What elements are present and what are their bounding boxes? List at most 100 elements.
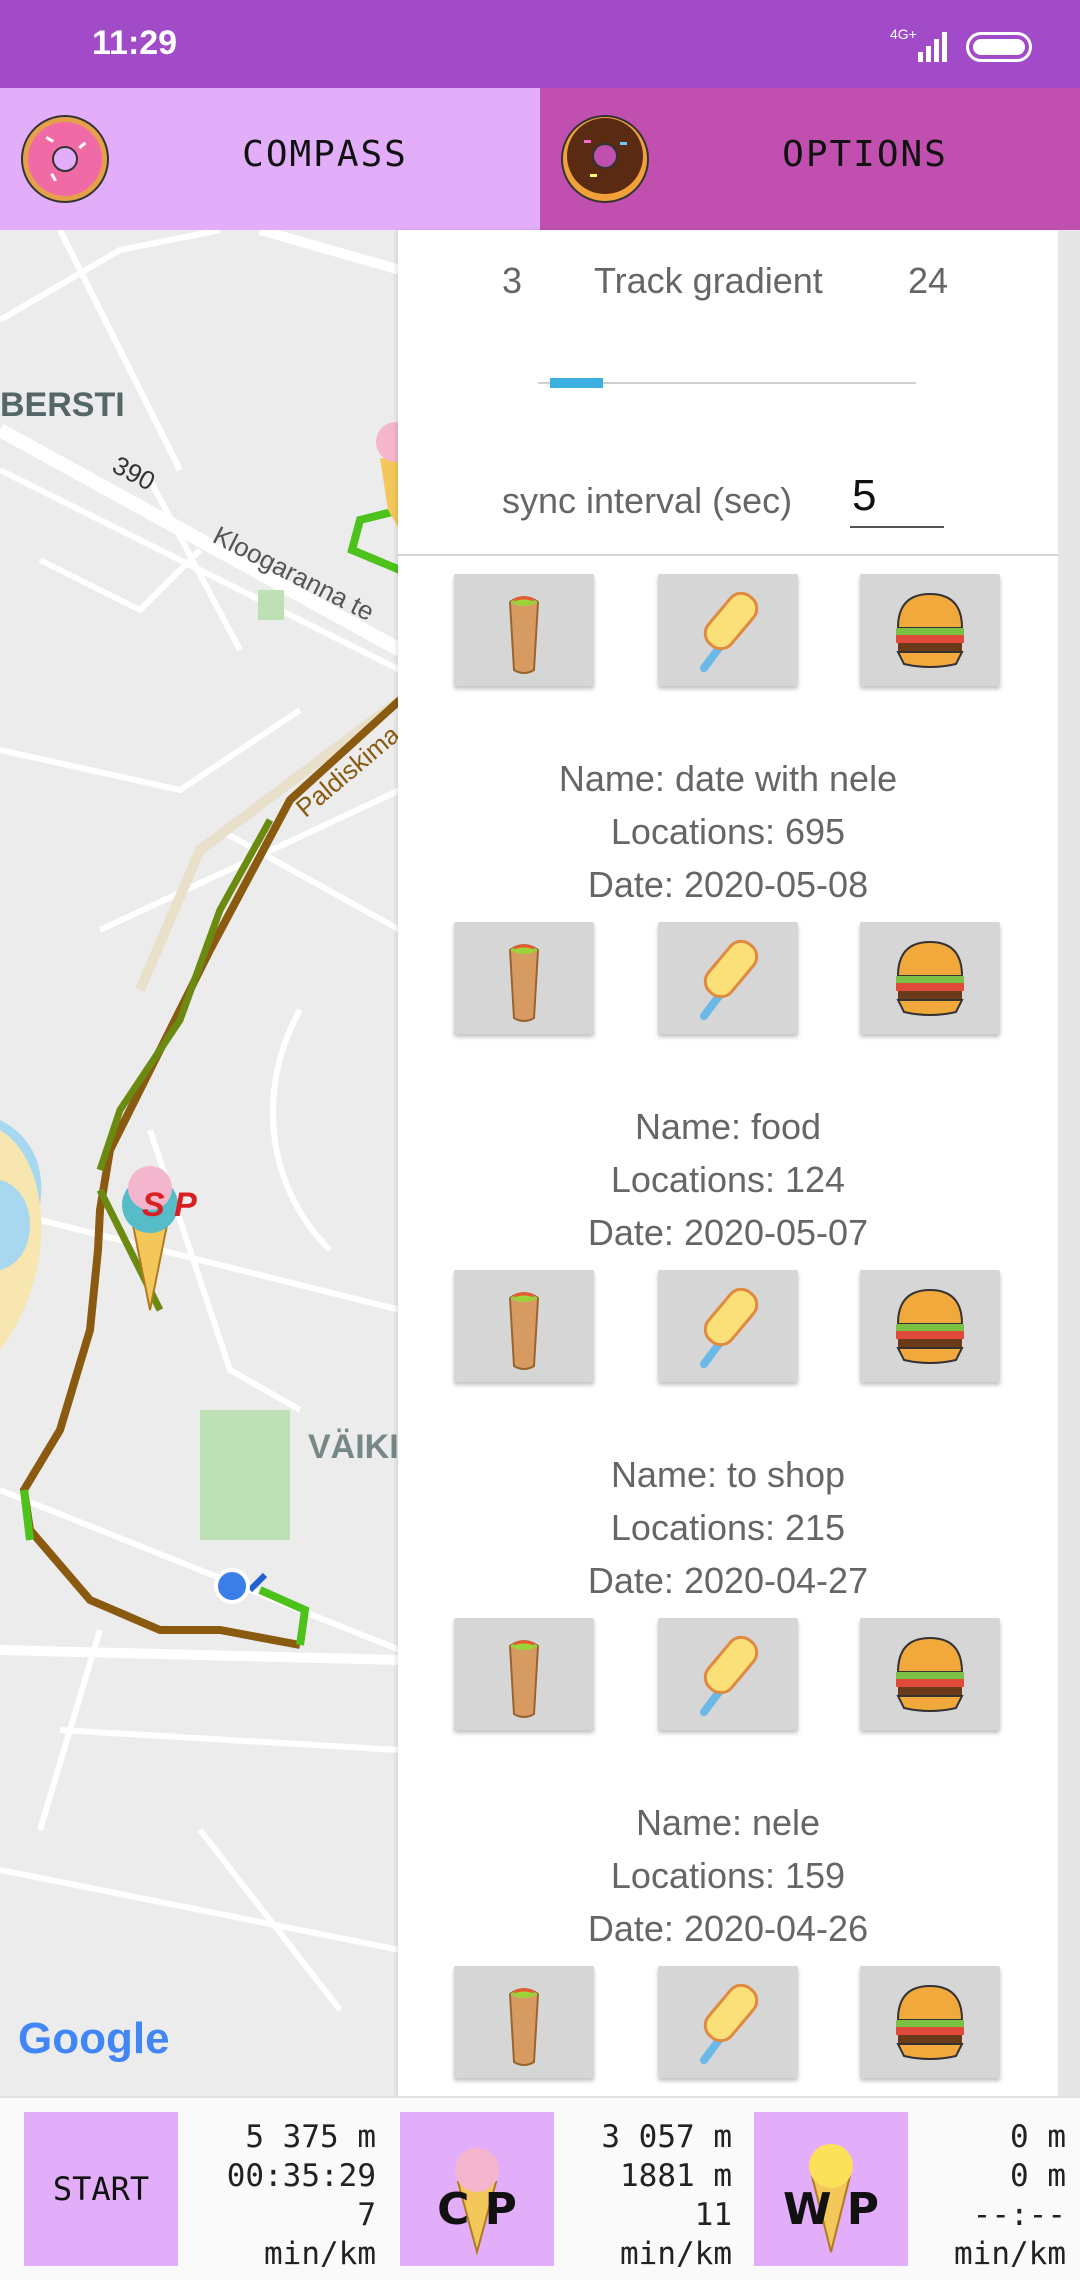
network-type: 4G+ [890, 26, 917, 42]
gradient-slider[interactable] [538, 378, 916, 388]
waypoint-stats: 0 m 0 m --:-- min/km [920, 2118, 1066, 2274]
track-info[interactable]: Name: nele Locations: 159 Date: 2020-04-26 [398, 1796, 1058, 1955]
checkpoint-label: C P [437, 2183, 517, 2235]
burger-button[interactable] [860, 922, 1000, 1034]
track-name: Name: date with nele [558, 758, 898, 799]
popsicle-button[interactable] [658, 1966, 798, 2078]
track-date: Date: 2020-04-27 [587, 1560, 869, 1601]
track-name: Name: food [634, 1106, 822, 1147]
burrito-button[interactable] [454, 1966, 594, 2078]
popsicle-icon [700, 591, 759, 672]
burger-icon [896, 940, 964, 1016]
gradient-max: 24 [908, 260, 949, 301]
track-info[interactable]: Name: food Locations: 124 Date: 2020-05-07 [398, 1100, 1058, 1259]
burger-icon [896, 1636, 964, 1712]
total-pace: 7 [357, 2197, 376, 2233]
popsicle-button[interactable] [658, 1618, 798, 1730]
burrito-button[interactable] [454, 1618, 594, 1730]
popsicle-icon [700, 939, 759, 1020]
burger-icon [896, 1288, 964, 1364]
checkpoint-direct: 1881 m [620, 2158, 732, 2194]
tab-options-label: OPTIONS [782, 134, 948, 175]
map-label-district-bottom: VÄIKI [308, 1428, 399, 1466]
burrito-button[interactable] [454, 1270, 594, 1382]
bottom-bar: START 5 375 m 00:35:29 7 min/km C P 3 05… [0, 2096, 1080, 2280]
track-locations: Locations: 159 [610, 1855, 846, 1896]
sync-interval-label: sync interval (sec) [502, 480, 793, 521]
burger-button[interactable] [860, 1618, 1000, 1730]
tab-options[interactable]: OPTIONS [540, 88, 1080, 230]
track-date: Date: 2020-05-08 [587, 864, 869, 905]
burger-icon [896, 592, 964, 668]
map-marker-text: S P [142, 1186, 197, 1224]
sync-interval-input[interactable] [850, 466, 944, 528]
track-button-row [454, 1966, 1014, 2078]
checkpoint-button[interactable]: C P [400, 2112, 554, 2266]
popsicle-button[interactable] [658, 922, 798, 1034]
track-locations: Locations: 215 [610, 1507, 846, 1548]
sync-interval-row: sync interval (sec) [398, 466, 1058, 534]
track-locations: Locations: 695 [610, 811, 846, 852]
gradient-title: Track gradient [594, 260, 823, 301]
status-bar: 11:29 4G+ [0, 0, 1080, 88]
waypoint-pace-unit: min/km [954, 2236, 1066, 2272]
burrito-icon [508, 1292, 540, 1370]
total-distance: 5 375 m [245, 2119, 376, 2155]
popsicle-icon [700, 1635, 759, 1716]
track-info[interactable]: Name: to shop Locations: 215 Date: 2020-04… [398, 1448, 1058, 1607]
checkpoint-pace: 11 [694, 2197, 732, 2233]
track-name: Name: to shop [610, 1454, 846, 1495]
map-roads [0, 230, 400, 2012]
checkpoint-pace-unit: min/km [620, 2236, 732, 2272]
waypoint-label: W P [782, 2183, 880, 2235]
burger-icon [896, 1984, 964, 2060]
track-date: Date: 2020-05-07 [587, 1212, 869, 1253]
divider [398, 554, 1058, 556]
popsicle-button[interactable] [658, 574, 798, 686]
waypoint-pace: --:-- [972, 2197, 1066, 2233]
burrito-button[interactable] [454, 574, 594, 686]
track-button-row [454, 574, 1014, 686]
waypoint-button[interactable]: W P [754, 2112, 908, 2266]
status-time: 11:29 [92, 24, 178, 62]
total-stats: 5 375 m 00:35:29 7 min/km [186, 2118, 376, 2274]
total-pace-unit: min/km [264, 2236, 376, 2272]
map-right-edge [1058, 230, 1080, 2096]
track-date: Date: 2020-04-26 [587, 1908, 869, 1949]
track-gradient-row: 3 Track gradient 24 [398, 260, 1058, 310]
track-locations: Locations: 124 [610, 1159, 846, 1200]
checkpoint-distance: 3 057 m [601, 2119, 732, 2155]
burger-button[interactable] [860, 1270, 1000, 1382]
tab-compass-label: COMPASS [242, 134, 408, 175]
map-view[interactable]: BERSTI 390 Kloogaranna te Paldiskima VÄI… [0, 230, 400, 2096]
battery-icon [966, 32, 1032, 62]
burrito-icon [508, 1640, 540, 1718]
track-name: Name: nele [635, 1802, 821, 1843]
burrito-icon [508, 944, 540, 1022]
burrito-button[interactable] [454, 922, 594, 1034]
start-button[interactable]: START [24, 2112, 178, 2266]
waypoint-direct: 0 m [1010, 2158, 1066, 2194]
gradient-min: 3 [502, 260, 523, 301]
options-panel: 3 Track gradient 24 sync interval (sec) … [398, 230, 1058, 2096]
map-label-district-top: BERSTI [0, 386, 125, 424]
waypoint-distance: 0 m [1010, 2119, 1066, 2155]
popsicle-button[interactable] [658, 1270, 798, 1382]
popsicle-icon [700, 1983, 759, 2064]
tab-compass[interactable]: COMPASS [0, 88, 540, 230]
burger-button[interactable] [860, 574, 1000, 686]
burger-button[interactable] [860, 1966, 1000, 2078]
google-logo: Google [18, 2014, 170, 2063]
track-item: Name: nele Locations: 159 Date: 2020-04-26 [398, 1802, 1058, 2096]
track-button-row [454, 1618, 1014, 1730]
track-button-row [454, 922, 1014, 1034]
signal-icon [918, 32, 947, 62]
checkpoint-stats: 3 057 m 1881 m 11 min/km [566, 2118, 732, 2274]
track-button-row [454, 1270, 1014, 1382]
total-time: 00:35:29 [226, 2158, 376, 2194]
burrito-icon [508, 1988, 540, 2066]
slider-fill[interactable] [550, 378, 603, 388]
top-tabs: COMPASS OPTIONS [0, 88, 1080, 230]
track-info[interactable]: Name: date with nele Locations: 695 Date: … [398, 752, 1058, 911]
burrito-icon [508, 596, 540, 674]
